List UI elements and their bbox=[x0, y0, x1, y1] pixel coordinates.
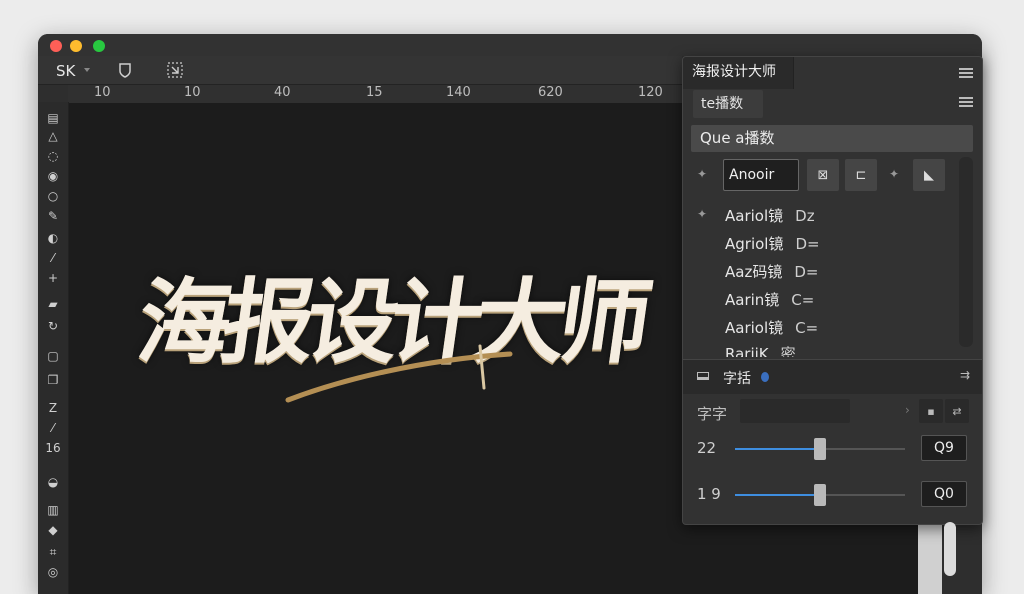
font-panel: 海报设计大师 te播数 Que a播数 ✦ Anooir ⊠ ⊏ ✦ ◣ Aar… bbox=[682, 56, 983, 525]
triangle-tool-icon[interactable]: △ bbox=[45, 128, 61, 144]
square-icon[interactable]: ▪ bbox=[919, 399, 943, 423]
property-label: 字字 bbox=[697, 405, 728, 423]
brush-tool-icon[interactable]: ⁄ bbox=[45, 250, 61, 266]
lasso-tool-icon[interactable]: ◌ bbox=[45, 148, 61, 164]
horizontal-ruler: 10 10 40 15 140 620 120 bbox=[68, 85, 682, 104]
info-icon[interactable] bbox=[761, 372, 769, 382]
close-icon[interactable]: ⊠ bbox=[807, 159, 839, 191]
sub-tab[interactable]: te播数 bbox=[693, 90, 763, 118]
close-window-button[interactable] bbox=[50, 40, 62, 52]
tool-strip: ▤ △ ◌ ◉ ○ ✎ ◐ ⁄ + ▰ ↻ ▢ ❐ Z ⁄ 16 ◒ ▥ ◆ ⌗… bbox=[38, 102, 69, 594]
toolbar: SK bbox=[38, 56, 682, 85]
font-name-field[interactable]: Anooir bbox=[723, 159, 799, 191]
ruler-label: 10 bbox=[94, 85, 111, 100]
list-item[interactable]: Aaz码镜 D= bbox=[725, 261, 818, 282]
arrow-icon: ✦ bbox=[697, 207, 708, 221]
bracket-icon[interactable]: ⊏ bbox=[845, 159, 877, 191]
pin-tool-icon[interactable]: ◆ bbox=[45, 522, 61, 538]
rotate-tool-icon[interactable]: ↻ bbox=[45, 318, 61, 334]
font-list-scrollbar[interactable] bbox=[959, 157, 973, 347]
zoom-window-button[interactable] bbox=[93, 40, 105, 52]
edit-tool-icon[interactable]: ✎ bbox=[45, 208, 61, 224]
font-item-name: Aariol镜 bbox=[725, 319, 784, 337]
collapse-icon[interactable]: ⇉ bbox=[960, 368, 970, 382]
pen-tool-icon[interactable]: ◐ bbox=[45, 230, 61, 246]
list-item[interactable]: Aariol镜 Dz bbox=[725, 205, 815, 226]
section-title: 字括 bbox=[723, 371, 751, 387]
font-item-meta: D= bbox=[794, 263, 819, 281]
arrow-icon: ✦ bbox=[697, 167, 708, 181]
slider-row: 22 Q9 bbox=[683, 433, 982, 465]
app-menu-label[interactable]: SK bbox=[56, 62, 75, 80]
slider-row: 1 9 Q0 bbox=[683, 479, 982, 511]
title-bar bbox=[38, 34, 982, 56]
slider-track[interactable] bbox=[735, 438, 905, 460]
brush-stroke-swoosh bbox=[285, 344, 513, 403]
ruler-label: 140 bbox=[446, 85, 471, 100]
type-tool-icon[interactable]: Z bbox=[45, 400, 61, 416]
font-item-name: Aariol镜 bbox=[725, 207, 784, 225]
arrow-icon: ✦ bbox=[889, 167, 900, 181]
chevron-right-icon[interactable]: › bbox=[905, 403, 910, 417]
shield-icon[interactable] bbox=[116, 61, 134, 79]
search-input[interactable]: Que a播数 bbox=[691, 125, 973, 152]
ruler-label: 120 bbox=[638, 85, 663, 100]
menu-icon[interactable] bbox=[959, 68, 973, 78]
zoom-tool-icon[interactable]: ◎ bbox=[45, 564, 61, 580]
add-tool-icon[interactable]: + bbox=[45, 270, 61, 286]
font-item-meta: 密 bbox=[780, 345, 796, 357]
menu-icon[interactable] bbox=[959, 97, 973, 107]
slider-fill bbox=[735, 448, 820, 450]
minimize-window-button[interactable] bbox=[70, 40, 82, 52]
ruler-label: 40 bbox=[274, 85, 291, 100]
font-item-meta: D= bbox=[795, 235, 820, 253]
ruler-label: 15 bbox=[366, 85, 383, 100]
window-scrollbar[interactable] bbox=[944, 522, 956, 576]
list-item[interactable]: Agriol镜 D= bbox=[725, 233, 820, 254]
section-header[interactable]: 字括 ⇉ bbox=[683, 359, 982, 394]
slider-value-input[interactable]: Q9 bbox=[921, 435, 967, 461]
crop-tool-icon[interactable]: ⌗ bbox=[45, 544, 61, 560]
font-item-meta: C= bbox=[791, 291, 815, 309]
transform-icon[interactable] bbox=[166, 61, 184, 79]
fill-tool-icon[interactable]: ◉ bbox=[45, 168, 61, 184]
font-item-name: Aaz码镜 bbox=[725, 263, 783, 281]
list-item[interactable]: Aarin镜 C= bbox=[725, 289, 814, 310]
ruler-label: 10 bbox=[184, 85, 201, 100]
property-row: 字字 › ▪ ⇄ bbox=[683, 395, 982, 429]
slider-value-input[interactable]: Q0 bbox=[921, 481, 967, 507]
circle-tool-icon[interactable]: ○ bbox=[45, 188, 61, 204]
panel-title-tab[interactable]: 海报设计大师 bbox=[683, 57, 794, 89]
font-item-name: RariiK bbox=[725, 345, 769, 357]
drop-tool-icon[interactable]: ◒ bbox=[45, 474, 61, 490]
list-item[interactable]: Aariol镜 C= bbox=[725, 317, 818, 338]
font-item-meta: Dz bbox=[795, 207, 815, 225]
slider-value-label: 22 bbox=[697, 439, 717, 457]
slider-thumb[interactable] bbox=[814, 438, 826, 460]
folder-tool-icon[interactable]: ▰ bbox=[45, 296, 61, 312]
font-item-name: Agriol镜 bbox=[725, 235, 784, 253]
layers-icon[interactable]: ▤ bbox=[45, 110, 61, 126]
tool-number[interactable]: 16 bbox=[45, 440, 61, 456]
copy-tool-icon[interactable]: ❐ bbox=[45, 372, 61, 388]
font-list: ✦ Anooir ⊠ ⊏ ✦ ◣ Aariol镜 Dz ✦ Agriol镜 D= A… bbox=[683, 157, 955, 357]
slider-value-label: 1 9 bbox=[697, 485, 721, 503]
list-item[interactable]: RariiK 密 bbox=[725, 343, 796, 357]
slider-thumb[interactable] bbox=[814, 484, 826, 506]
slider-fill bbox=[735, 494, 820, 496]
play-icon[interactable]: ◣ bbox=[913, 159, 945, 191]
property-field[interactable] bbox=[740, 399, 850, 423]
monitor-icon bbox=[697, 372, 709, 380]
font-input-row: ✦ Anooir ⊠ ⊏ ✦ ◣ bbox=[683, 157, 955, 193]
file-tool-icon[interactable]: ▢ bbox=[45, 348, 61, 364]
font-item-meta: C= bbox=[795, 319, 819, 337]
font-item-name: Aarin镜 bbox=[725, 291, 780, 309]
slider-track[interactable] bbox=[735, 484, 905, 506]
eyedropper-tool-icon[interactable]: ⁄ bbox=[45, 420, 61, 436]
swap-icon[interactable]: ⇄ bbox=[945, 399, 969, 423]
chevron-down-icon[interactable] bbox=[84, 68, 90, 72]
grid-tool-icon[interactable]: ▥ bbox=[45, 502, 61, 518]
ruler-label: 620 bbox=[538, 85, 563, 100]
